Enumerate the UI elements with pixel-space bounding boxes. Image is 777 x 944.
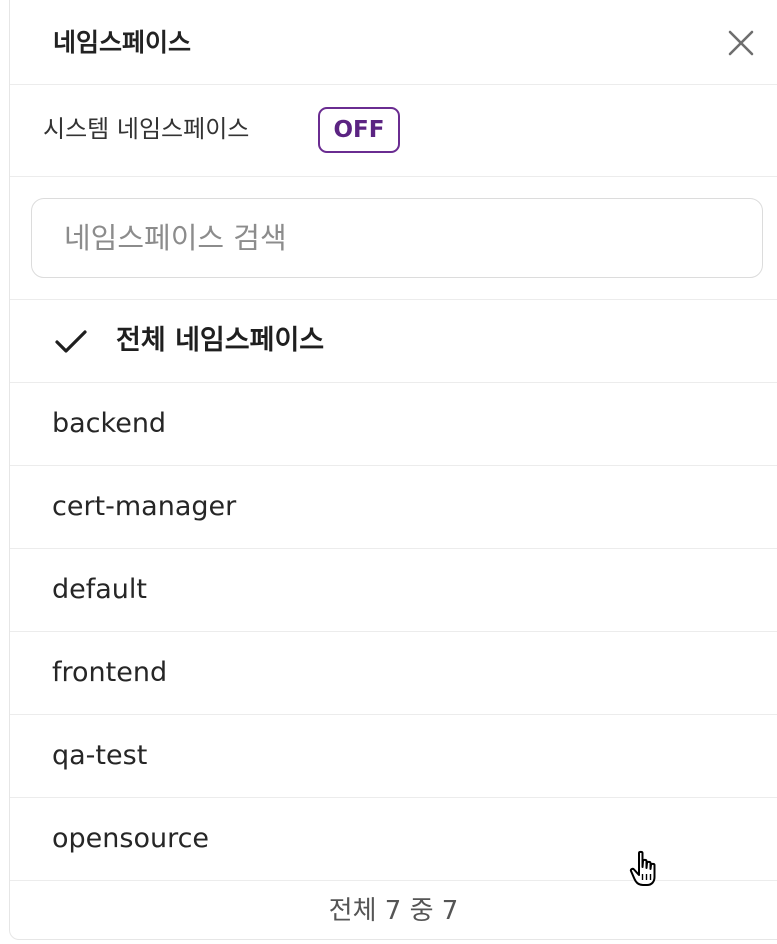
list-count-footer: 전체 7 중 7 <box>328 896 459 926</box>
list-item-label: opensource <box>52 823 210 854</box>
namespace-list: 전체 네임스페이스 backend cert-manager default f… <box>10 300 777 881</box>
system-namespace-label: 시스템 네임스페이스 <box>43 115 250 143</box>
search-row <box>10 177 777 300</box>
list-item-frontend[interactable]: frontend <box>10 632 777 715</box>
check-icon <box>55 330 87 353</box>
close-button[interactable] <box>725 27 757 59</box>
panel-header: 네임스페이스 <box>10 0 777 85</box>
list-item-all-namespaces[interactable]: 전체 네임스페이스 <box>10 300 777 383</box>
panel-title: 네임스페이스 <box>53 28 192 57</box>
list-item-cert-manager[interactable]: cert-manager <box>10 466 777 549</box>
list-item-default[interactable]: default <box>10 549 777 632</box>
close-icon[interactable] <box>725 27 757 59</box>
list-item-qa-test[interactable]: qa-test <box>10 715 777 798</box>
list-item-opensource[interactable]: opensource <box>10 798 777 881</box>
list-item-label: cert-manager <box>52 491 237 522</box>
namespace-search-input[interactable] <box>31 198 763 278</box>
namespace-panel: 네임스페이스 시스템 네임스페이스 OFF 전체 네임스페이스 backend … <box>9 0 777 940</box>
list-item-label: frontend <box>52 657 168 688</box>
list-item-label: qa-test <box>52 740 148 771</box>
list-item-label: 전체 네임스페이스 <box>116 325 325 356</box>
list-item-backend[interactable]: backend <box>10 383 777 466</box>
list-item-label: backend <box>52 408 167 439</box>
system-namespace-toggle[interactable]: OFF <box>318 107 400 153</box>
system-namespace-row: 시스템 네임스페이스 OFF <box>10 85 777 177</box>
list-item-label: default <box>52 574 148 605</box>
